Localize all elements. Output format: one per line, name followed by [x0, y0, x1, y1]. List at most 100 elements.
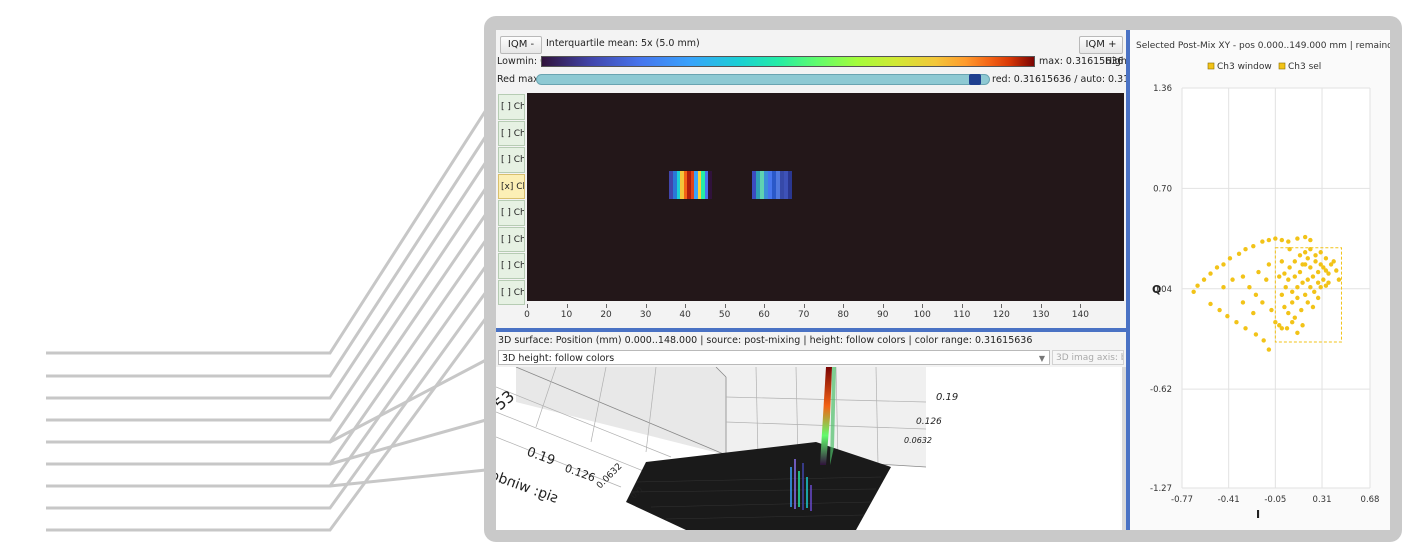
- heatmap-block-2: [752, 171, 792, 199]
- scatter-x-label: I: [1256, 508, 1260, 521]
- scatter-panel: Selected Post-Mix XY - pos 0.000..149.00…: [1130, 30, 1390, 530]
- scatter-point: [1295, 295, 1300, 301]
- legend-swatch: [1278, 62, 1286, 70]
- scatter-point: [1308, 285, 1313, 290]
- scatter-point: [1290, 300, 1295, 305]
- x-tick-label: -0.05: [1264, 495, 1286, 505]
- heatmap-canvas[interactable]: [527, 93, 1124, 301]
- scatter-point: [1260, 300, 1265, 305]
- scatter-y-label: Q: [1152, 283, 1161, 296]
- scatter-point: [1297, 269, 1303, 275]
- scatter-point: [1251, 243, 1256, 249]
- scatter-title: Selected Post-Mix XY - pos 0.000..149.00…: [1136, 41, 1390, 51]
- scatter-point: [1234, 320, 1239, 325]
- scatter-point: [1279, 292, 1285, 298]
- scatter-point: [1321, 277, 1326, 282]
- channel-toggle-ch3[interactable]: [x] Ch3: [498, 173, 525, 199]
- red-max-slider-handle[interactable]: [968, 74, 981, 85]
- y-tick-label: -0.62: [1150, 385, 1172, 395]
- scatter-point: [1253, 332, 1259, 337]
- iqm-plus-button[interactable]: IQM +: [1079, 36, 1123, 54]
- scatter-point: [1292, 259, 1297, 264]
- y-tick-label: -1.27: [1150, 484, 1172, 494]
- scatter-point: [1266, 237, 1272, 243]
- x-tick-label: 130: [1032, 310, 1050, 320]
- x-tick-label: 30: [639, 310, 652, 320]
- x-tick: [1080, 304, 1082, 308]
- red-max-slider[interactable]: [536, 74, 990, 85]
- scatter-point: [1300, 280, 1305, 285]
- channel-toggle-ch7[interactable]: [ ] Ch7: [498, 279, 525, 305]
- x-tick-label: 60: [758, 310, 770, 320]
- scatter-point: [1318, 285, 1323, 290]
- x-tick: [922, 304, 924, 308]
- height-mode-select[interactable]: 3D height: follow colors ▼: [498, 350, 1050, 365]
- scatter-point: [1284, 326, 1290, 331]
- scatter-point: [1326, 280, 1331, 285]
- surface-3d-view[interactable]: 53 0.19 0.126 0.0632 0.0 sig: windowed d…: [496, 367, 1126, 530]
- scatter-point: [1312, 289, 1317, 295]
- channel-toggle-ch0[interactable]: [ ] Ch0: [498, 94, 525, 120]
- x-tick-label: 70: [797, 310, 810, 320]
- scatter-point: [1290, 320, 1295, 325]
- scatter-point: [1191, 289, 1196, 295]
- scatter-point: [1336, 277, 1342, 282]
- scatter-point: [1273, 236, 1278, 241]
- x-tick: [1040, 304, 1042, 308]
- scatter-point: [1221, 285, 1226, 290]
- heatmap-graphic: [669, 171, 792, 199]
- legend-label: Ch3 window: [1217, 62, 1272, 72]
- connector-lines: [46, 109, 488, 532]
- channel-toggle-ch4[interactable]: [ ] Ch4: [498, 200, 525, 226]
- channel-toggle-ch6[interactable]: [ ] Ch6: [498, 253, 525, 279]
- scatter-point: [1240, 274, 1246, 279]
- scatter-point: [1315, 295, 1321, 301]
- scatter-point: [1261, 338, 1266, 343]
- x-tick: [1001, 304, 1003, 308]
- x-tick-label: -0.41: [1218, 495, 1240, 505]
- scatter-legend: Ch3 window Ch3 sel: [1207, 62, 1321, 72]
- scatter-point: [1308, 265, 1313, 270]
- scatter-point: [1313, 259, 1318, 264]
- scatter-point: [1305, 256, 1310, 261]
- scatter-chart[interactable]: Selected Post-Mix XY - pos 0.000..149.00…: [1130, 30, 1390, 530]
- channel-toggle-ch1[interactable]: [ ] Ch1: [498, 120, 525, 146]
- scatter-point: [1214, 265, 1220, 270]
- scatter-point: [1302, 292, 1308, 298]
- scatter-point: [1253, 292, 1259, 298]
- channel-toggle-ch2[interactable]: [ ] Ch2: [498, 147, 525, 173]
- legend-label: Ch3 sel: [1288, 62, 1321, 72]
- surface-label-left-2: 0.126: [563, 462, 597, 485]
- app-window: IQM - Interquartile mean: 5x (5.0 mm) IQ…: [496, 30, 1390, 530]
- x-tick-label: 140: [1071, 310, 1089, 320]
- scatter-point: [1208, 271, 1213, 276]
- scatter-point: [1260, 239, 1265, 244]
- panel-divider[interactable]: [496, 328, 1126, 332]
- x-tick-label: 100: [913, 310, 931, 320]
- x-tick: [764, 304, 766, 308]
- x-tick-label: -0.77: [1171, 495, 1193, 505]
- scatter-point: [1227, 256, 1233, 261]
- y-tick-label: 0.70: [1153, 184, 1172, 194]
- scatter-point: [1300, 323, 1305, 328]
- scatter-point: [1269, 307, 1274, 313]
- scatter-point: [1308, 247, 1313, 252]
- heatmap-block-1: [669, 171, 712, 199]
- low-label: Low: [497, 56, 516, 67]
- scatter-grid: [1181, 87, 1371, 489]
- scatter-point: [1295, 285, 1300, 290]
- x-tick: [882, 304, 884, 308]
- x-tick-label: 120: [992, 310, 1010, 320]
- iqm-label: Interquartile mean: 5x (5.0 mm): [546, 38, 700, 49]
- scatter-point: [1290, 289, 1295, 295]
- high-label: High: [1105, 56, 1127, 67]
- x-tick-label: 0.31: [1313, 495, 1332, 505]
- iqm-minus-button[interactable]: IQM -: [500, 36, 542, 54]
- x-tick: [527, 304, 528, 308]
- scatter-point: [1323, 268, 1329, 273]
- imag-axis-button[interactable]: 3D imag axis: both: [1052, 350, 1124, 365]
- scatter-point: [1308, 237, 1313, 243]
- chevron-down-icon: ▼: [1038, 354, 1045, 363]
- channel-toggle-ch5[interactable]: [ ] Ch5: [498, 226, 525, 252]
- scatter-point: [1277, 274, 1282, 279]
